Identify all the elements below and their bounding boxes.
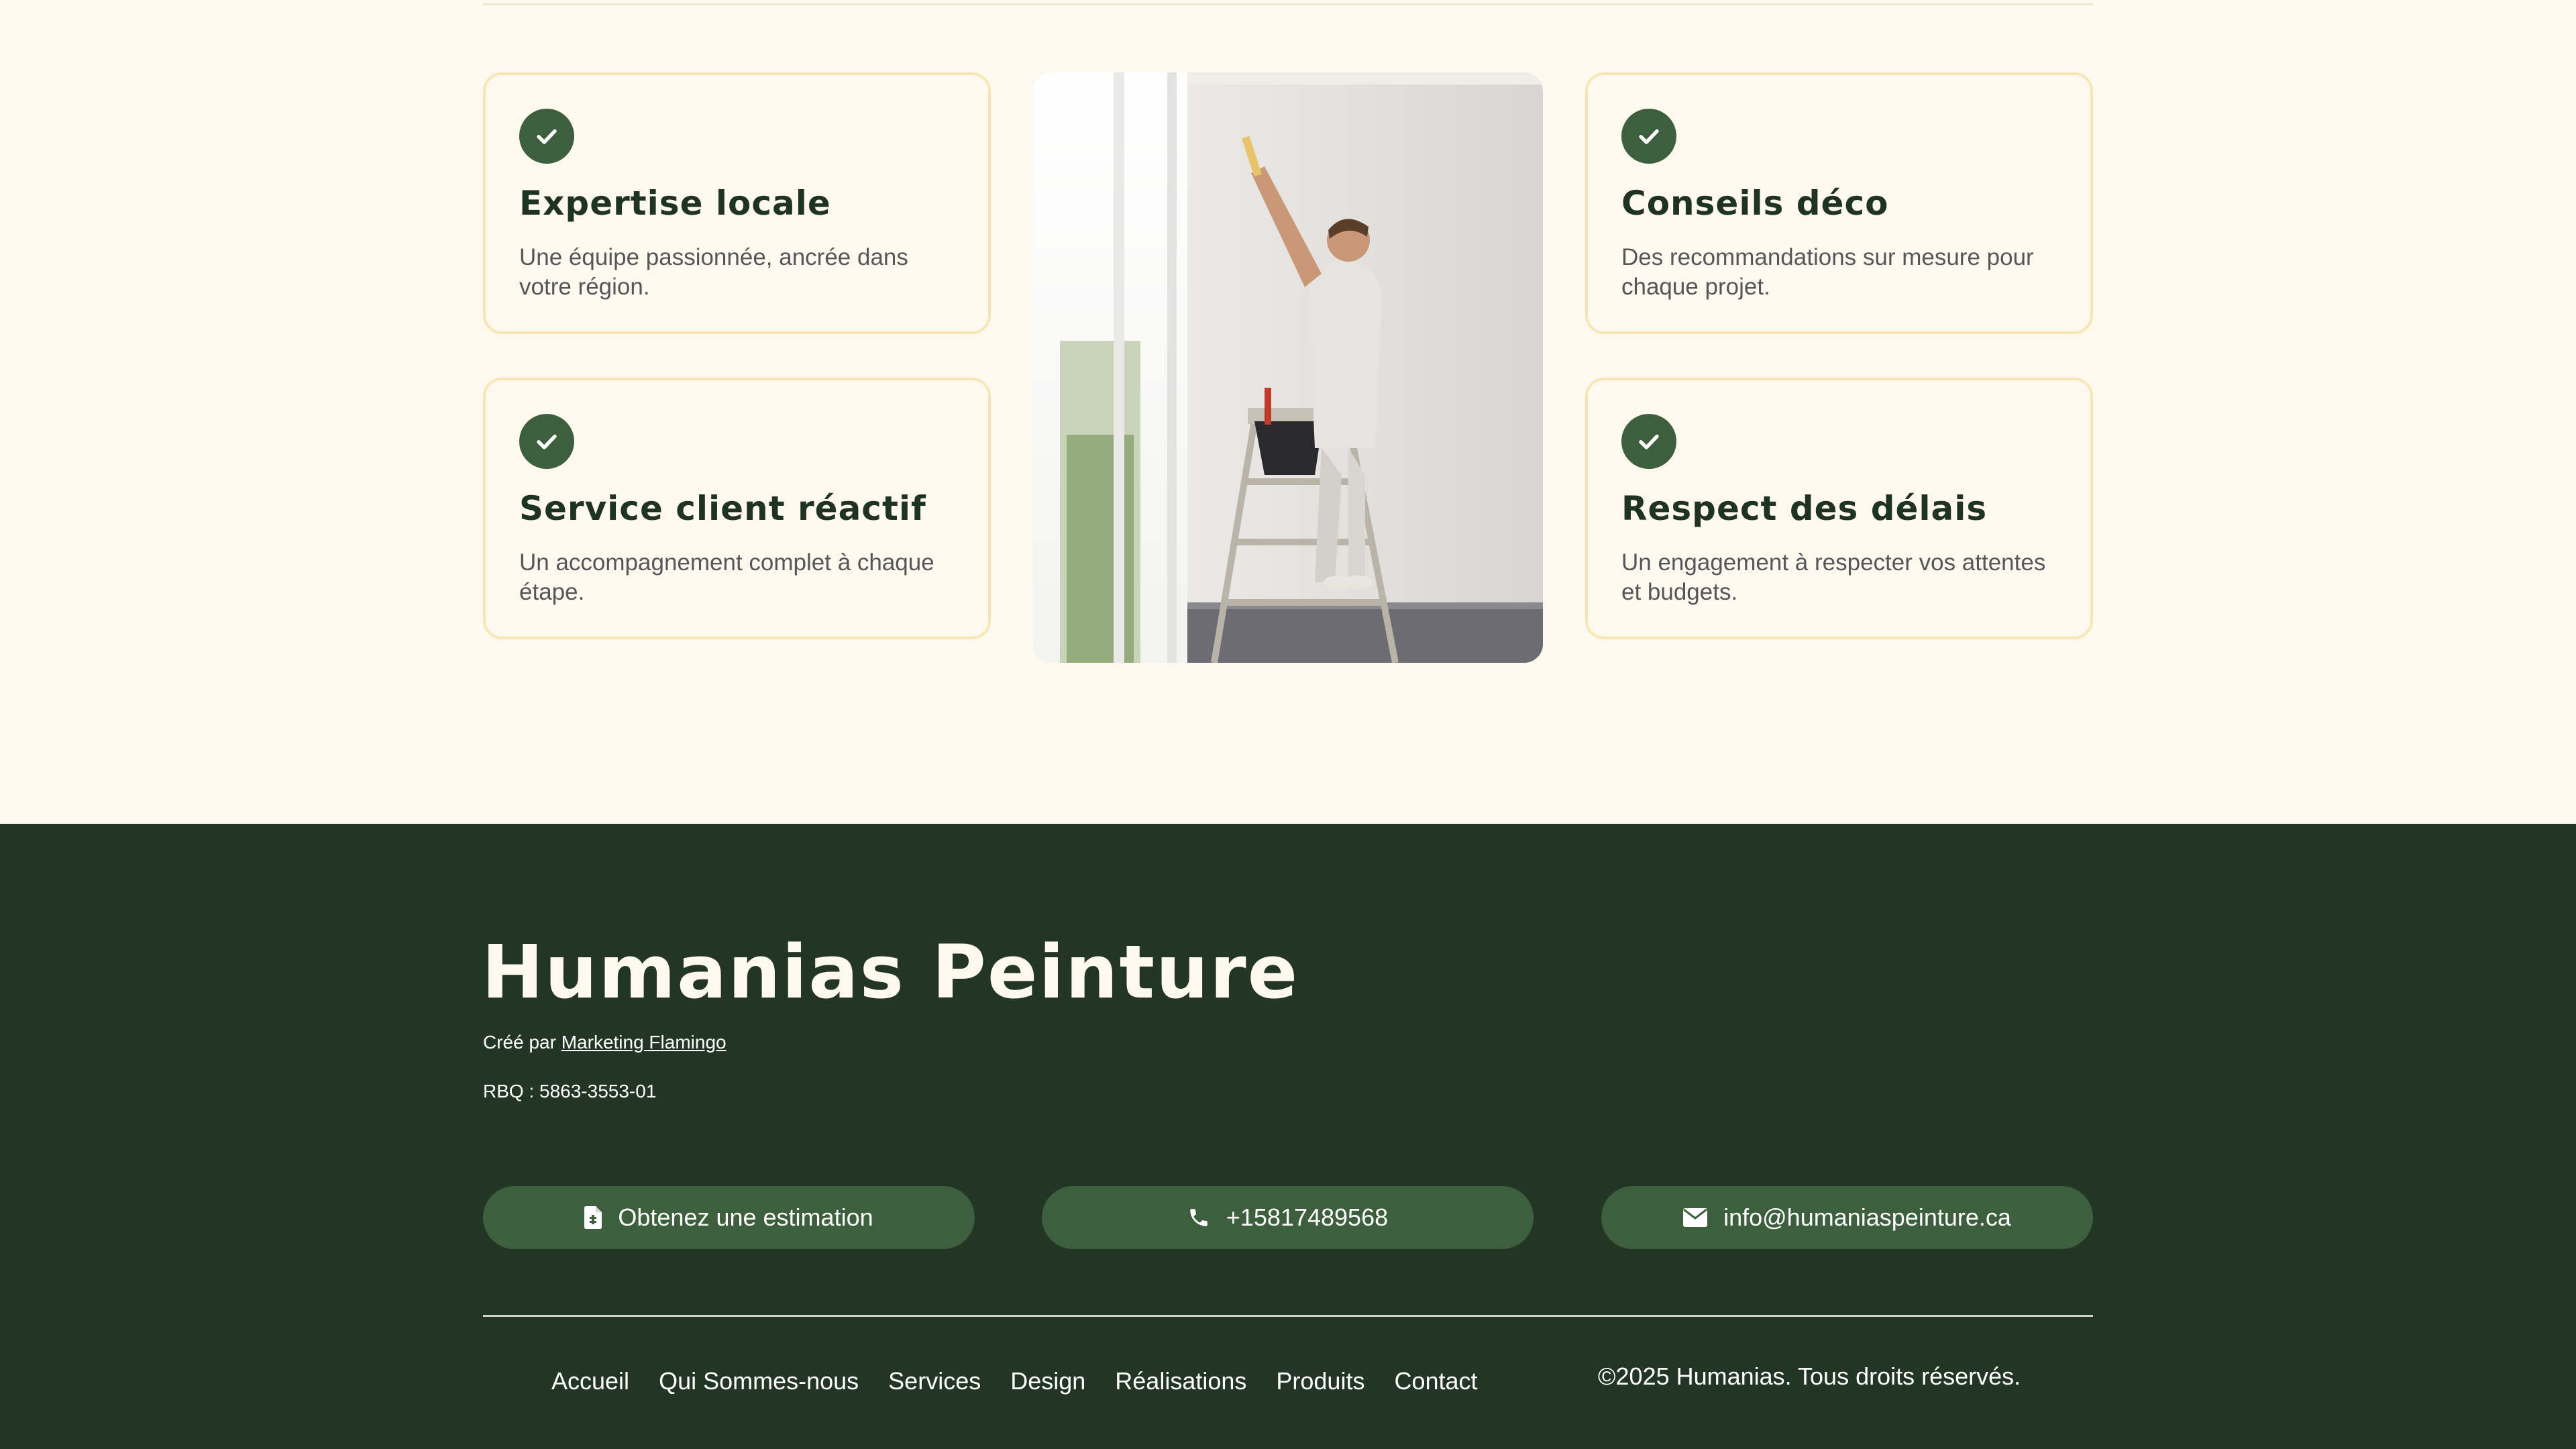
footer-nav-produits[interactable]: Produits [1276, 1367, 1364, 1395]
email-button-label: info@humaniaspeinture.ca [1723, 1203, 2011, 1231]
check-icon [1621, 414, 1676, 469]
footer-credit: Créé par Marketing Flamingo [483, 1032, 727, 1053]
rbq-license: RBQ : 5863-3553-01 [483, 1081, 657, 1102]
phone-icon [1187, 1206, 1210, 1229]
feature-text: Un accompagnement complet à chaque étape… [519, 549, 934, 605]
footer-brand-name: Humanias Peinture [482, 929, 1299, 1015]
footer-nav-contact[interactable]: Contact [1394, 1367, 1477, 1395]
phone-button-label: +15817489568 [1226, 1203, 1389, 1231]
credit-link[interactable]: Marketing Flamingo [561, 1032, 727, 1053]
email-button[interactable]: info@humaniaspeinture.ca [1601, 1186, 2093, 1249]
feature-card-delais: Respect des délais Un engagement à respe… [1585, 378, 2093, 639]
estimate-button[interactable]: Obtenez une estimation [483, 1186, 975, 1249]
footer-nav-realisations[interactable]: Réalisations [1115, 1367, 1246, 1395]
copyright-text: ©2025 Humanias. Tous droits réservés. [1598, 1362, 2021, 1390]
feature-card-expertise: Expertise locale Une équipe passionnée, … [483, 72, 991, 334]
footer-nav-design[interactable]: Design [1010, 1367, 1085, 1395]
section-divider [483, 3, 2093, 5]
site-footer: Humanias Peinture Créé par Marketing Fla… [0, 824, 2576, 1449]
envelope-icon [1683, 1208, 1708, 1227]
check-icon [519, 414, 574, 469]
feature-title: Conseils déco [1621, 184, 1889, 223]
feature-text: Un engagement à respecter vos attentes e… [1621, 549, 2046, 605]
phone-button[interactable]: +15817489568 [1042, 1186, 1534, 1249]
feature-title: Respect des délais [1621, 489, 1988, 528]
feature-card-deco: Conseils déco Des recommandations sur me… [1585, 72, 2093, 334]
feature-title: Expertise locale [519, 184, 831, 223]
feature-card-service: Service client réactif Un accompagnement… [483, 378, 991, 639]
credit-prefix: Créé par [483, 1032, 561, 1053]
feature-text: Des recommandations sur mesure pour chaq… [1621, 244, 2034, 300]
footer-nav-qui-sommes-nous[interactable]: Qui Sommes-nous [659, 1367, 859, 1395]
estimate-button-label: Obtenez une estimation [618, 1203, 873, 1231]
footer-nav-accueil[interactable]: Accueil [551, 1367, 629, 1395]
features-section: Expertise locale Une équipe passionnée, … [483, 72, 2093, 663]
check-icon [519, 109, 574, 164]
footer-nav-services[interactable]: Services [888, 1367, 981, 1395]
painter-photo [1033, 72, 1543, 663]
footer-divider [483, 1315, 2093, 1317]
feature-text: Une équipe passionnée, ancrée dans votre… [519, 244, 908, 300]
check-icon [1621, 109, 1676, 164]
footer-nav: Accueil Qui Sommes-nous Services Design … [551, 1367, 1478, 1395]
document-icon [584, 1206, 602, 1229]
feature-title: Service client réactif [519, 489, 926, 528]
